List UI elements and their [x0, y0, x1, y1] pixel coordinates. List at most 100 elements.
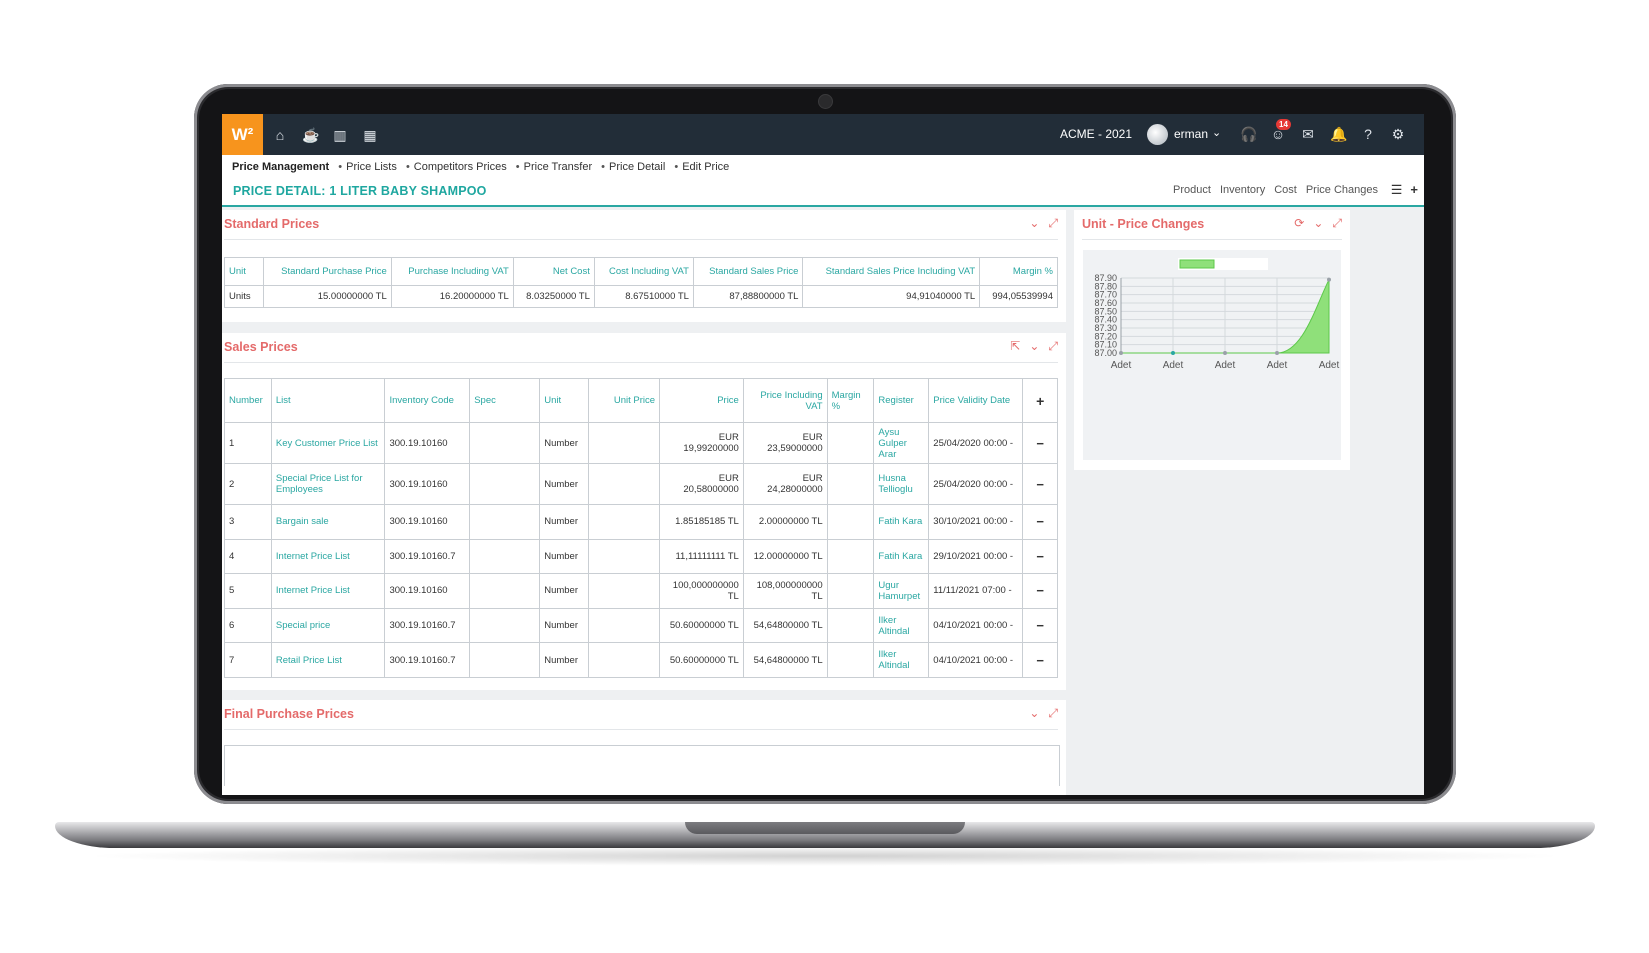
- avatar[interactable]: [1147, 124, 1168, 145]
- export-icon[interactable]: ⇱: [1010, 339, 1020, 354]
- headset-icon[interactable]: 🎧: [1240, 126, 1257, 142]
- table-cell[interactable]: Ilker Altindal: [873, 642, 930, 678]
- column-header[interactable]: Unit: [224, 257, 264, 286]
- company-selector[interactable]: ACME - 2021: [1060, 127, 1132, 141]
- app-logo[interactable]: W²: [222, 114, 263, 155]
- link-cost[interactable]: Cost: [1274, 184, 1297, 196]
- table-cell: [826, 607, 875, 644]
- column-header[interactable]: Price Including VAT: [742, 378, 828, 423]
- chat-icon[interactable]: ✉: [1300, 126, 1316, 142]
- table-row[interactable]: 5 Internet Price List 300.19.10160 Number 10…: [224, 573, 1058, 609]
- list-icon[interactable]: ☰: [1391, 182, 1403, 198]
- table-cell[interactable]: Ugur Hamurpet: [873, 573, 930, 609]
- top-navigation-bar: W² ⌂ ☕ ▥ ▦ ACME - 2021 erman ⌄ 🎧 ☺ ✉ 🔔 ?…: [222, 114, 1424, 155]
- gear-icon[interactable]: ⚙: [1390, 126, 1406, 142]
- remove-row-button[interactable]: −: [1022, 504, 1058, 540]
- breadcrumb-item-price-lists[interactable]: Price Lists: [346, 161, 397, 173]
- chevron-down-icon[interactable]: ⌄: [1029, 339, 1039, 354]
- table-cell: 15.00000000 TL: [263, 285, 392, 308]
- column-header[interactable]: Inventory Code: [384, 378, 471, 423]
- column-header[interactable]: Standard Purchase Price: [263, 257, 392, 286]
- table-cell[interactable]: Special Price List for Employees: [270, 463, 386, 505]
- table-row[interactable]: Units 15.00000000 TL 16.20000000 TL 8.03…: [224, 285, 1058, 308]
- table-cell[interactable]: Retail Price List: [270, 642, 386, 678]
- expand-icon[interactable]: ⤢: [1048, 216, 1058, 231]
- column-header[interactable]: Spec: [469, 378, 541, 423]
- sales-prices-panel: Sales Prices ⇱ ⌄ ⤢ Number List Inventory…: [222, 333, 1066, 690]
- breadcrumb-item-price-transfer[interactable]: Price Transfer: [524, 161, 592, 173]
- column-header[interactable]: List: [270, 378, 386, 423]
- chevron-down-icon[interactable]: ⌄: [1313, 216, 1323, 231]
- expand-icon[interactable]: ⤢: [1048, 339, 1058, 354]
- column-header[interactable]: Price Validity Date: [928, 378, 1024, 423]
- table-row[interactable]: 6 Special price 300.19.10160.7 Number 50.600…: [224, 607, 1058, 644]
- refresh-icon[interactable]: ⟳: [1294, 216, 1304, 231]
- link-price-changes[interactable]: Price Changes: [1306, 184, 1378, 196]
- column-header[interactable]: Number: [224, 378, 272, 423]
- username[interactable]: erman: [1174, 127, 1208, 141]
- link-inventory[interactable]: Inventory: [1220, 184, 1265, 196]
- calendar-icon[interactable]: ▦: [362, 127, 378, 143]
- breadcrumb-item-competitors-prices[interactable]: Competitors Prices: [414, 161, 507, 173]
- column-header[interactable]: Net Cost: [512, 257, 595, 286]
- column-header[interactable]: Cost Including VAT: [593, 257, 694, 286]
- remove-row-button[interactable]: −: [1022, 538, 1058, 575]
- table-row[interactable]: 7 Retail Price List 300.19.10160.7 Number 50…: [224, 642, 1058, 678]
- column-header[interactable]: Standard Sales Price: [692, 257, 804, 286]
- table-cell[interactable]: Internet Price List: [270, 538, 386, 575]
- column-header[interactable]: Price: [659, 378, 744, 423]
- column-header[interactable]: Register: [873, 378, 930, 423]
- remove-row-button[interactable]: −: [1022, 422, 1058, 464]
- plus-icon[interactable]: +: [1410, 182, 1418, 198]
- column-header[interactable]: Purchase Including VAT: [390, 257, 514, 286]
- table-cell[interactable]: Fatih Kara: [873, 504, 930, 540]
- home-icon[interactable]: ⌂: [272, 127, 288, 143]
- table-cell: 29/10/2021 00:00 -: [928, 538, 1024, 575]
- remove-row-button[interactable]: −: [1022, 573, 1058, 609]
- divider: [224, 729, 1058, 730]
- bell-icon[interactable]: 🔔: [1330, 126, 1347, 142]
- column-header[interactable]: Unit: [539, 378, 590, 423]
- column-header[interactable]: Standard Sales Price Including VAT: [802, 257, 981, 286]
- help-icon[interactable]: ?: [1360, 126, 1376, 142]
- divider: [1082, 239, 1342, 240]
- price-chart: 87.9087.8087.7087.6087.5087.4087.3087.20…: [1094, 258, 1340, 371]
- breadcrumb-item-price-detail[interactable]: Price Detail: [609, 161, 665, 173]
- table-cell[interactable]: Bargain sale: [270, 504, 386, 540]
- table-cell: EUR 23,59000000: [742, 422, 828, 464]
- link-product[interactable]: Product: [1173, 184, 1211, 196]
- remove-row-button[interactable]: −: [1022, 463, 1058, 505]
- breadcrumb-item-edit-price[interactable]: Edit Price: [682, 161, 729, 173]
- table-cell[interactable]: Aysu Gulper Arar: [873, 422, 930, 464]
- column-header[interactable]: Unit Price: [588, 378, 661, 423]
- table-row[interactable]: 1 Key Customer Price List 300.19.10160 Numb…: [224, 422, 1058, 464]
- remove-row-button[interactable]: −: [1022, 642, 1058, 678]
- table-cell: 6: [224, 607, 272, 644]
- column-header[interactable]: Margin %: [979, 257, 1058, 286]
- cup-icon[interactable]: ☕: [302, 127, 319, 143]
- expand-icon[interactable]: ⤢: [1048, 706, 1058, 721]
- chevron-down-icon[interactable]: ⌄: [1029, 706, 1039, 721]
- standard-prices-table: Unit Standard Purchase Price Purchase In…: [224, 257, 1058, 308]
- table-cell: 25/04/2020 00:00 -: [928, 463, 1024, 505]
- table-cell: 300.19.10160.7: [384, 642, 471, 678]
- table-row[interactable]: 2 Special Price List for Employees 300.19.…: [224, 463, 1058, 505]
- bar-chart-icon[interactable]: ▥: [332, 127, 348, 143]
- table-cell[interactable]: Special price: [270, 607, 386, 644]
- table-cell[interactable]: Husna Tellioglu: [873, 463, 930, 505]
- chevron-down-icon[interactable]: ⌄: [1212, 126, 1221, 139]
- add-row-button[interactable]: +: [1022, 378, 1058, 423]
- table-cell[interactable]: Internet Price List: [270, 573, 386, 609]
- table-cell[interactable]: Fatih Kara: [873, 538, 930, 575]
- table-cell[interactable]: Key Customer Price List: [270, 422, 386, 464]
- column-header[interactable]: Margin %: [826, 378, 875, 423]
- breadcrumb-item-price-management[interactable]: Price Management: [232, 161, 329, 173]
- y-tick-label: 87.00: [1094, 348, 1117, 358]
- table-cell[interactable]: Ilker Altindal: [873, 607, 930, 644]
- expand-icon[interactable]: ⤢: [1332, 216, 1342, 231]
- table-row[interactable]: 4 Internet Price List 300.19.10160.7 Number…: [224, 538, 1058, 575]
- remove-row-button[interactable]: −: [1022, 607, 1058, 644]
- panel-actions: ⇱ ⌄ ⤢: [1010, 339, 1058, 354]
- table-row[interactable]: 3 Bargain sale 300.19.10160 Number 1.8518518…: [224, 504, 1058, 540]
- chevron-down-icon[interactable]: ⌄: [1029, 216, 1039, 231]
